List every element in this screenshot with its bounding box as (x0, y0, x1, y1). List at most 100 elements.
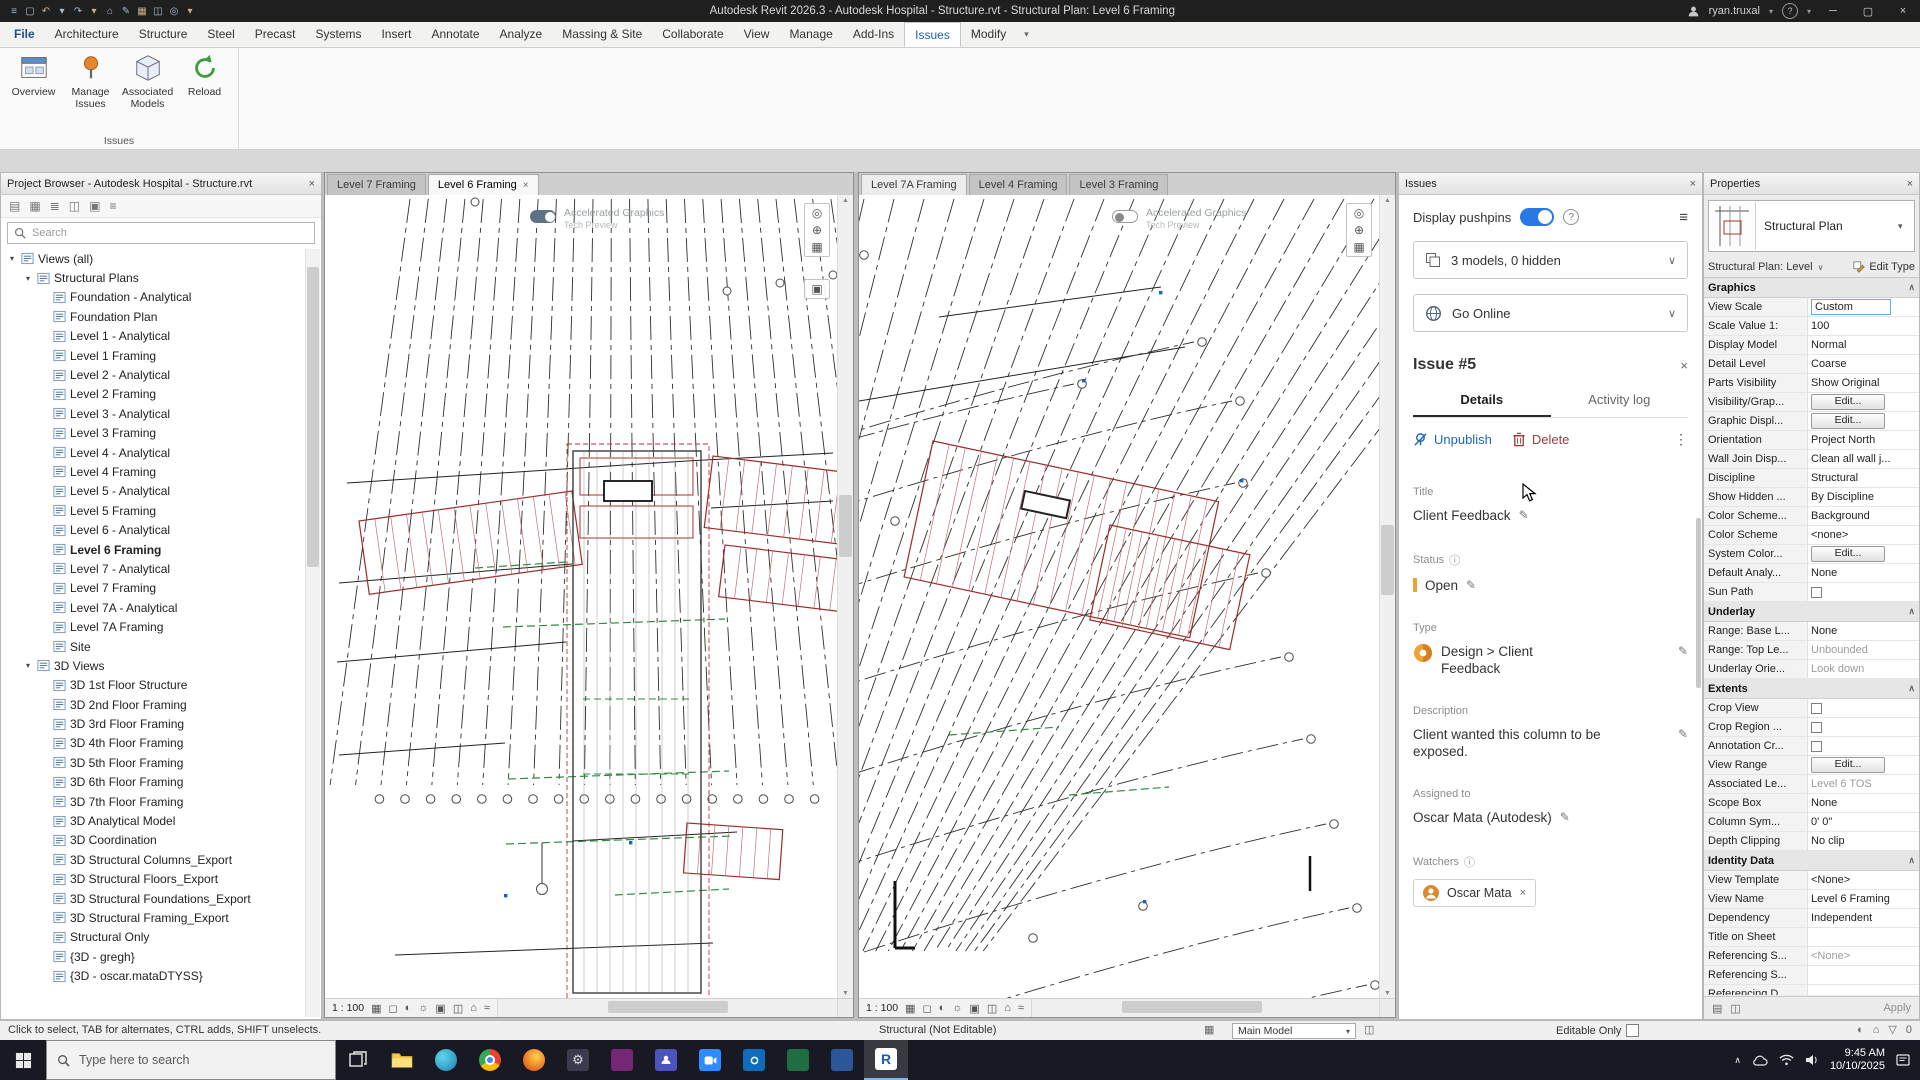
tree-item-3d-5th-floor-framing[interactable]: 3D 5th Floor Framing (3, 753, 304, 772)
active-workset-select[interactable]: Main Model ▾ (1232, 1023, 1356, 1039)
property-value[interactable] (1808, 737, 1919, 755)
tree-item-level-5-framing[interactable]: Level 5 Framing (3, 501, 304, 520)
view-control-icon-1-1[interactable]: ◻ (389, 1002, 398, 1015)
ribbon-tab-structure[interactable]: Structure (129, 22, 198, 47)
tree-item-3d-structural-framing-export[interactable]: 3D Structural Framing_Export (3, 908, 304, 927)
property-value[interactable]: None (1808, 794, 1919, 812)
property-value[interactable]: Edit... (1808, 393, 1919, 411)
tree-item-3d-3rd-floor-framing[interactable]: 3D 3rd Floor Framing (3, 714, 304, 733)
horizontal-scrollbar-1[interactable] (497, 999, 837, 1017)
property-value[interactable] (1808, 985, 1919, 995)
qat-icon-1[interactable]: ▢ (22, 6, 38, 17)
ribbon-tab-view[interactable]: View (734, 22, 780, 47)
browser-tool-icon-3[interactable]: ◫ (69, 199, 80, 213)
maximize-button[interactable]: ▢ (1855, 5, 1881, 18)
steering-wheel-icon[interactable]: ◎ (812, 207, 822, 219)
tree-item-level-5-analytical[interactable]: Level 5 - Analytical (3, 482, 304, 501)
issue-more-icon[interactable]: ⋮ (1674, 431, 1688, 448)
firefox-icon[interactable] (512, 1040, 556, 1080)
view-control-icon-2-5[interactable]: ◫ (987, 1002, 997, 1015)
accelerated-graphics-toggle-2[interactable] (1112, 210, 1138, 223)
property-value[interactable]: 0' 0" (1808, 813, 1919, 831)
properties-section-identity-data[interactable]: Identity Data∧ (1704, 851, 1919, 871)
property-select[interactable]: Custom (1811, 299, 1891, 315)
overview-button[interactable]: Overview (6, 52, 61, 110)
display-pushpins-toggle[interactable] (1520, 208, 1554, 226)
tab-activity-log[interactable]: Activity log (1551, 384, 1689, 417)
property-edit-button[interactable]: Edit... (1811, 757, 1885, 773)
property-value[interactable] (1808, 966, 1919, 984)
project-browser-close-icon[interactable]: × (309, 178, 315, 190)
qat-icon-7[interactable]: ✎ (118, 6, 134, 17)
start-button[interactable] (0, 1040, 46, 1080)
user-menu-caret-icon[interactable]: ▾ (1769, 7, 1773, 16)
pan-icon[interactable]: ▦ (811, 241, 822, 253)
taskbar-date[interactable]: 10/10/2025 (1830, 1060, 1885, 1073)
ribbon-tab-collaborate[interactable]: Collaborate (652, 22, 733, 47)
view-control-icon-1-6[interactable]: ⌂ (470, 1002, 477, 1014)
help-icon[interactable]: ? (1782, 3, 1798, 19)
browser-tool-icon-2[interactable]: ≣ (50, 199, 60, 213)
qat-icon-4[interactable]: ↷ (70, 6, 86, 17)
models-filter-dropdown[interactable]: 3 models, 0 hidden ∨ (1413, 241, 1688, 279)
browser-tool-icon-4[interactable]: ▣ (89, 199, 100, 213)
property-value[interactable]: None (1808, 622, 1919, 640)
property-edit-button[interactable]: Edit... (1811, 394, 1885, 410)
property-value[interactable]: Project North (1808, 431, 1919, 449)
view-control-icon-1-5[interactable]: ◫ (453, 1002, 463, 1015)
tree-item-level-4-analytical[interactable]: Level 4 - Analytical (3, 443, 304, 462)
properties-close-icon[interactable]: × (1907, 178, 1913, 190)
edit-type-button[interactable]: Edit Type (1853, 261, 1915, 273)
property-value[interactable]: Show Original (1808, 374, 1919, 392)
property-value[interactable]: Normal (1808, 336, 1919, 354)
tree-item-level-2-framing[interactable]: Level 2 Framing (3, 385, 304, 404)
navigation-bar-2[interactable]: ◎ ⊕ ▦ (1346, 203, 1372, 257)
property-checkbox[interactable] (1811, 587, 1822, 598)
user-name[interactable]: ryan.truxal (1709, 5, 1760, 17)
tree-item-level-3-framing[interactable]: Level 3 Framing (3, 424, 304, 443)
status-info-icon[interactable]: ⓘ (1449, 552, 1460, 568)
tree-item-site[interactable]: Site (3, 637, 304, 656)
watcher-chip[interactable]: Oscar Mata × (1413, 879, 1536, 907)
property-value[interactable]: Edit... (1808, 412, 1919, 430)
properties-section-extents[interactable]: Extents∧ (1704, 679, 1919, 699)
view-control-icon-2-3[interactable]: ☼ (952, 1002, 962, 1014)
browser-tool-icon-1[interactable]: ▦ (29, 199, 40, 213)
property-checkbox[interactable] (1811, 722, 1822, 733)
tree-caret-icon[interactable]: ▾ (23, 274, 33, 283)
ribbon-tab-issues[interactable]: Issues (904, 22, 961, 47)
properties-section-underlay[interactable]: Underlay∧ (1704, 602, 1919, 622)
action-center-icon[interactable] (1896, 1053, 1910, 1067)
pushpins-help-icon[interactable]: ? (1563, 209, 1579, 225)
vertical-scrollbar-2[interactable]: ▲▼ (1379, 195, 1395, 999)
qat-icon-3[interactable]: ▾ (54, 6, 70, 17)
qat-icon-2[interactable]: ↶ (38, 6, 54, 17)
tree-item-3d-analytical-model[interactable]: 3D Analytical Model (3, 811, 304, 830)
tree-item-level-7a-framing[interactable]: Level 7A Framing (3, 617, 304, 636)
tree-caret-icon[interactable]: ▾ (7, 254, 17, 263)
property-value[interactable]: Look down (1808, 660, 1919, 678)
properties-pin-icon[interactable]: ◫ (1730, 1002, 1740, 1015)
property-value[interactable]: By Discipline (1808, 488, 1919, 506)
go-online-dropdown[interactable]: Go Online ∨ (1413, 294, 1688, 332)
tree-item-3d-views[interactable]: ▾3D Views (3, 656, 304, 675)
issues-scrollbar[interactable] (1696, 518, 1701, 688)
property-value[interactable]: Background (1808, 507, 1919, 525)
issues-menu-icon[interactable]: ≡ (1679, 209, 1688, 226)
view-control-icon-2-1[interactable]: ◻ (923, 1002, 932, 1015)
property-value[interactable]: Unbounded (1808, 641, 1919, 659)
ribbon-tab-insert[interactable]: Insert (371, 22, 421, 47)
tree-item-level-6-framing[interactable]: Level 6 Framing (3, 540, 304, 559)
property-checkbox[interactable] (1811, 741, 1822, 752)
tree-item-3d-gregh[interactable]: {3D - gregh} (3, 947, 304, 966)
tree-item-level-3-analytical[interactable]: Level 3 - Analytical (3, 404, 304, 423)
horizontal-scrollbar-2[interactable] (1031, 999, 1379, 1017)
tree-item-3d-structural-columns-export[interactable]: 3D Structural Columns_Export (3, 850, 304, 869)
ribbon-tab-analyze[interactable]: Analyze (490, 22, 553, 47)
property-edit-button[interactable]: Edit... (1811, 546, 1885, 562)
section-collapse-icon[interactable]: ∧ (1908, 606, 1915, 617)
view-tab-level-6-framing[interactable]: Level 6 Framing× (428, 174, 539, 195)
delete-button[interactable]: Delete (1512, 432, 1570, 447)
view-cube-icon[interactable]: ▣ (811, 283, 822, 295)
property-value[interactable]: Level 6 Framing (1808, 890, 1919, 908)
